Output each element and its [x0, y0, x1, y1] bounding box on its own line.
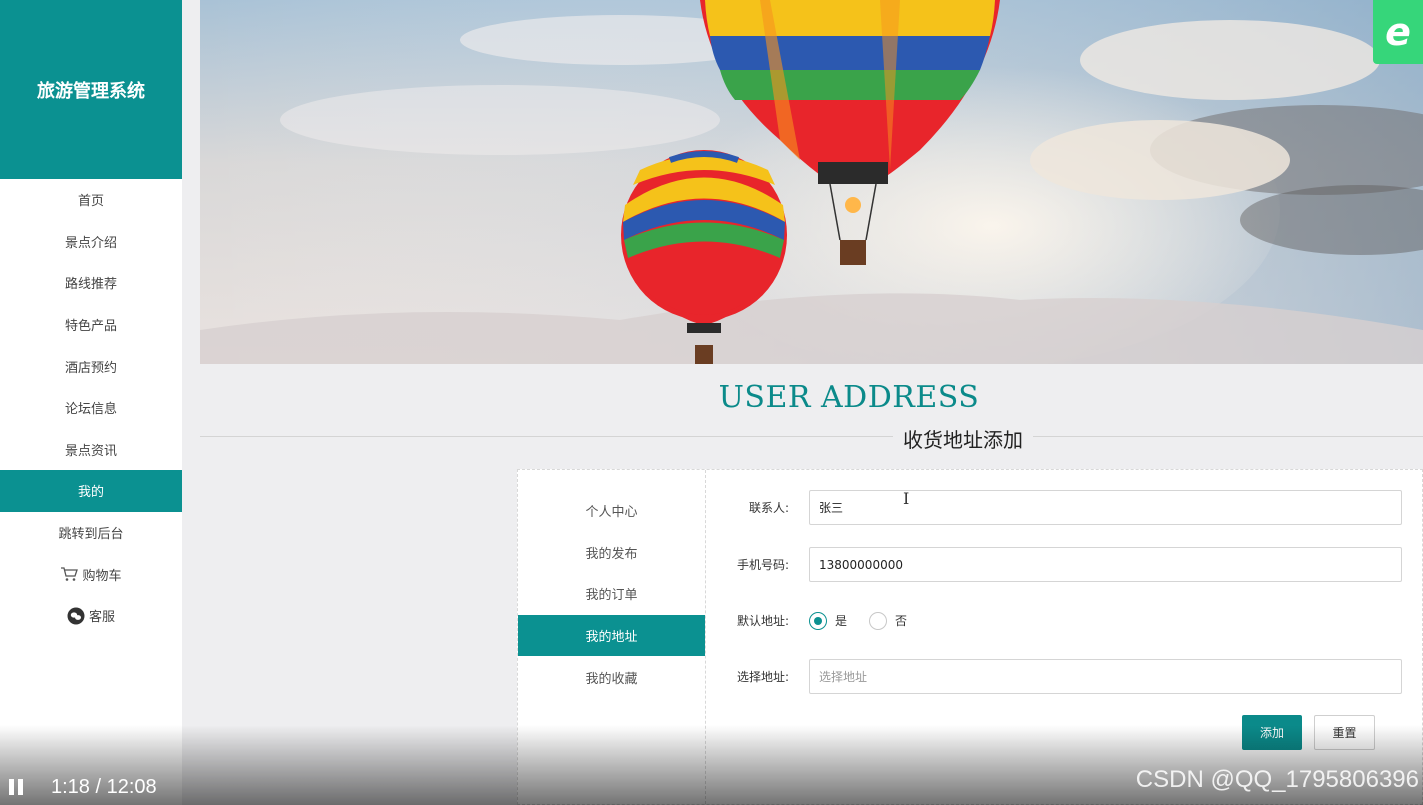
default-no-radio[interactable]: 否 — [869, 611, 908, 630]
contact-label: 联系人: — [748, 501, 789, 515]
sidebar-item-mine[interactable]: 我的 — [0, 470, 182, 512]
page-title-en: USER ADDRESS — [718, 380, 980, 415]
default-address-row: 默认地址: 是 否 — [707, 603, 1402, 638]
phone-label: 手机号码: — [736, 558, 789, 572]
sidebar-item-label: 酒店预约 — [64, 360, 117, 376]
default-yes-radio[interactable]: 是 — [809, 611, 848, 630]
sidebar-item-admin[interactable]: 跳转到后台 — [0, 512, 182, 554]
sidebar-item-label: 客服 — [88, 610, 115, 626]
sidebar-item-hotel[interactable]: 酒店预约 — [0, 345, 182, 387]
sidebar-item-label: 首页 — [77, 194, 104, 210]
default-address-label: 默认地址: — [736, 614, 789, 628]
subnav-item-profile[interactable]: 个人中心 — [518, 490, 705, 532]
subnav-item-posts[interactable]: 我的发布 — [518, 532, 705, 574]
contact-row: 联系人: 张三 — [707, 490, 1402, 525]
user-subnav: 个人中心 我的发布 我的订单 我的地址 我的收藏 — [518, 470, 706, 804]
sidebar-item-label: 购物车 — [82, 568, 122, 584]
phone-input[interactable]: 13800000000 — [809, 547, 1402, 582]
reset-button[interactable]: 重置 — [1314, 715, 1375, 750]
csdn-watermark: CSDN @QQ_1795806396 — [1135, 766, 1419, 793]
phone-row: 手机号码: 13800000000 — [707, 547, 1402, 582]
cart-icon — [60, 566, 79, 582]
address-row: 选择地址: 选择地址 — [707, 659, 1402, 694]
chat-icon — [67, 607, 85, 625]
radio-checked-icon — [809, 611, 827, 630]
address-panel: 个人中心 我的发布 我的订单 我的地址 我的收藏 联系人: 张三 手机号码: 1… — [517, 469, 1423, 805]
sidebar-item-forum[interactable]: 论坛信息 — [0, 387, 182, 429]
subnav-item-address[interactable]: 我的地址 — [518, 614, 705, 657]
sidebar-item-news[interactable]: 景点资讯 — [0, 429, 182, 471]
subnav-item-favorites[interactable]: 我的收藏 — [518, 656, 705, 698]
sidebar-item-label: 路线推荐 — [64, 277, 117, 293]
page-title: USER ADDRESS — [200, 380, 1423, 415]
sidebar-item-label: 景点介绍 — [64, 235, 117, 251]
brand-title: 旅游管理系统 — [0, 0, 182, 179]
page-title-cn: 收货地址添加 — [893, 424, 1033, 453]
sidebar-item-label: 我的 — [77, 485, 104, 501]
sidebar-item-attractions[interactable]: 景点介绍 — [0, 221, 182, 263]
contact-input[interactable]: 张三 — [809, 490, 1402, 525]
sidebar-item-service[interactable]: 客服 — [0, 595, 182, 637]
default-radio-group: 是 否 — [809, 611, 929, 630]
sidebar-item-label: 景点资讯 — [64, 443, 117, 459]
video-time: 1:18 / 12:08 — [51, 775, 157, 798]
radio-unchecked-icon — [869, 611, 888, 630]
hero-banner: e — [200, 0, 1423, 364]
sidebar-item-cart[interactable]: 购物车 — [0, 553, 182, 595]
address-form: 联系人: 张三 手机号码: 13800000000 默认地址: 是 否 选择地址… — [707, 470, 1422, 804]
text-cursor-icon: I — [903, 489, 910, 508]
title-divider — [200, 436, 1423, 437]
default-yes-label: 是 — [835, 614, 848, 628]
subnav-item-orders[interactable]: 我的订单 — [518, 573, 705, 615]
balloon-banner-image — [200, 0, 1423, 364]
browser-e-icon[interactable]: e — [1373, 0, 1423, 64]
add-button[interactable]: 添加 — [1242, 715, 1302, 750]
address-label: 选择地址: — [736, 670, 789, 684]
sidebar-item-label: 论坛信息 — [64, 402, 117, 418]
pause-button[interactable] — [0, 769, 33, 805]
sidebar-item-label: 跳转到后台 — [58, 527, 124, 543]
address-select[interactable]: 选择地址 — [809, 659, 1402, 694]
default-no-label: 否 — [895, 614, 908, 628]
sidebar-nav: 首页 景点介绍 路线推荐 特色产品 酒店预约 论坛信息 景点资讯 我的 跳转到后… — [0, 179, 182, 637]
sidebar-item-routes[interactable]: 路线推荐 — [0, 262, 182, 304]
sidebar-item-products[interactable]: 特色产品 — [0, 304, 182, 346]
pause-icon — [9, 779, 14, 795]
sidebar-item-home[interactable]: 首页 — [0, 179, 182, 221]
sidebar-item-label: 特色产品 — [64, 319, 117, 335]
sidebar: 旅游管理系统 首页 景点介绍 路线推荐 特色产品 酒店预约 论坛信息 景点资讯 … — [0, 0, 182, 805]
